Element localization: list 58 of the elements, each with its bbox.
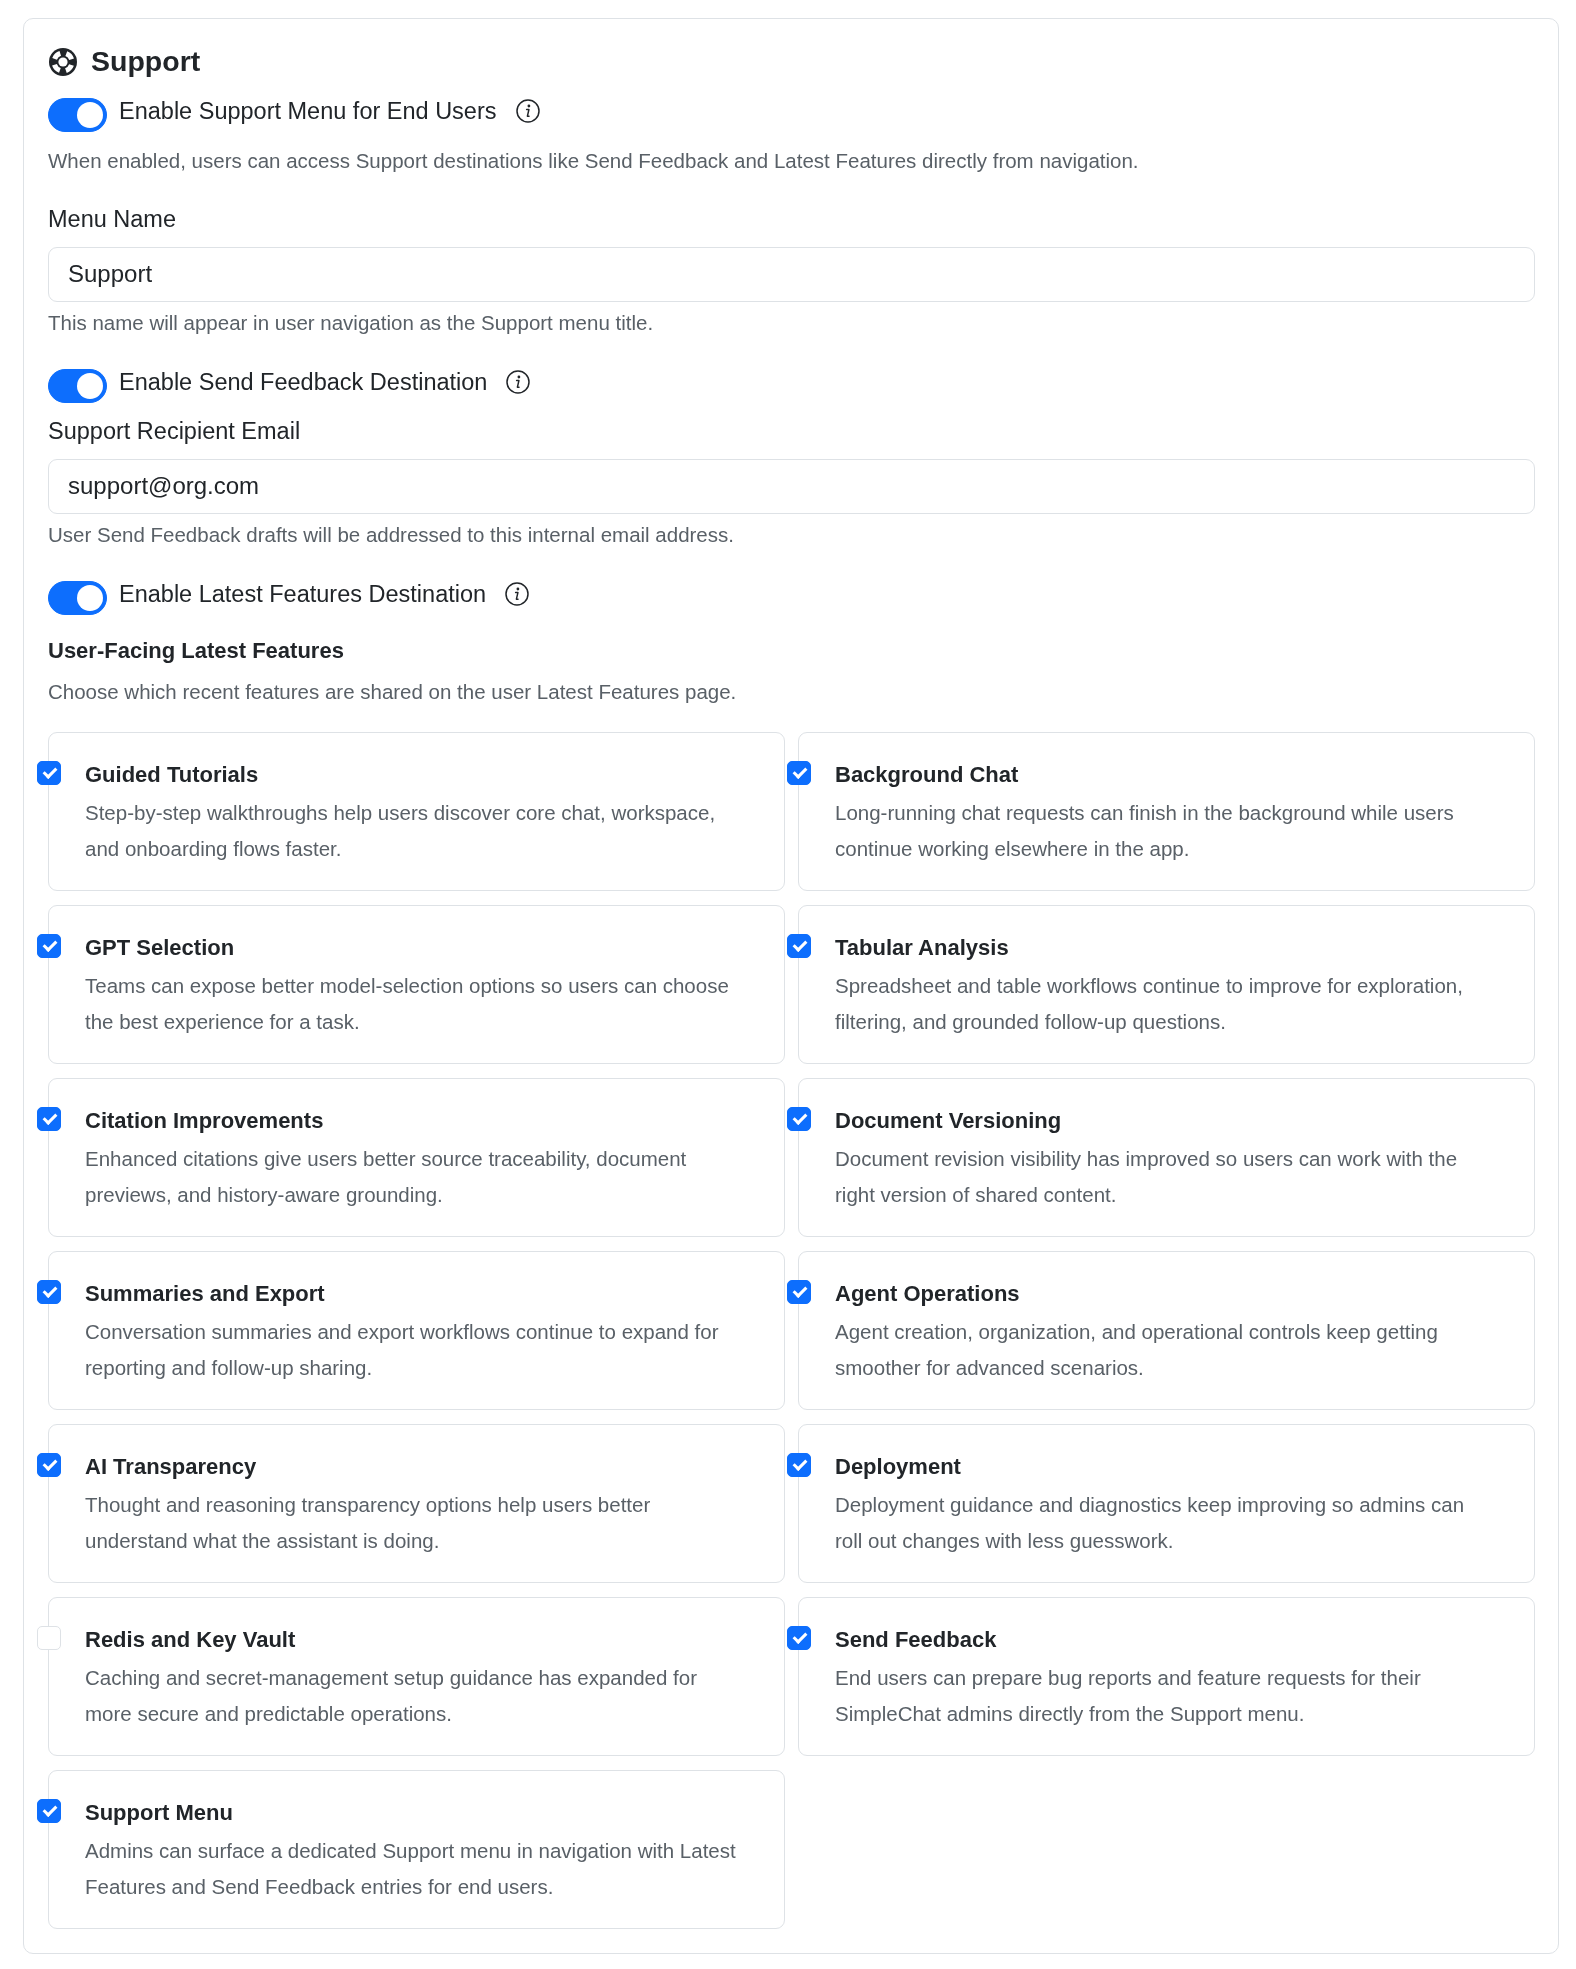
checkbox[interactable]: [37, 1798, 61, 1823]
toggle-label: Enable Send Feedback Destination: [119, 367, 488, 397]
feature-title: Tabular Analysis: [835, 933, 1010, 962]
info-icon[interactable]: [515, 98, 540, 123]
feature-title: Agent Operations: [835, 1279, 1021, 1308]
text-input[interactable]: Support: [48, 246, 1535, 302]
checkbox[interactable]: [37, 933, 61, 958]
checkbox[interactable]: [787, 1625, 811, 1650]
checkbox[interactable]: [37, 760, 61, 785]
feature-title: Document Versioning: [835, 1106, 1063, 1135]
feature-title: GPT Selection: [85, 933, 236, 962]
checkbox[interactable]: [787, 933, 811, 958]
checkbox[interactable]: [37, 1106, 61, 1131]
toggle-switch[interactable]: [48, 97, 107, 132]
feature-title: Citation Improvements: [85, 1106, 325, 1135]
feature-description: Deployment guidance and diagnostics keep improving so admins can roll out changes with less guesswork.: [835, 1491, 1466, 1554]
feature-description: Caching and secret-management setup guidance has expanded for more secure and predictable operations.: [85, 1664, 698, 1727]
feature-title: Guided Tutorials: [85, 760, 260, 789]
help-text: User Send Feedback drafts will be addressed to this internal email address.: [48, 521, 735, 548]
section-heading: User-Facing Latest Features: [48, 636, 345, 665]
help-text: When enabled, users can access Support destinations like Send Feedback and Latest Features directly from navigation.: [48, 148, 1140, 174]
feature-title: Support Menu: [85, 1798, 234, 1827]
field-label: Support Recipient Email: [48, 416, 302, 446]
checkbox[interactable]: [787, 1106, 811, 1131]
feature-description: Teams can expose better model-selection options so users can choose the best experience for a task.: [85, 972, 730, 1035]
feature-description: Thought and reasoning transparency options help users better understand what the assistant is doing.: [85, 1491, 652, 1554]
checkbox[interactable]: [37, 1279, 61, 1304]
checkbox[interactable]: [787, 1452, 811, 1477]
feature-description: Long-running chat requests can finish in the background while users continue working elsewhere in the app.: [835, 799, 1455, 862]
feature-description: Enhanced citations give users better source traceability, document previews, and history-aware grounding.: [85, 1145, 688, 1208]
toggle-label: Enable Latest Features Destination: [119, 579, 487, 609]
feature-title: AI Transparency: [85, 1452, 258, 1481]
help-text: This name will appear in user navigation as the Support menu title.: [48, 309, 655, 336]
feature-description: Admins can surface a dedicated Support menu in navigation with Latest Features and Send Feedback entries for end users.: [85, 1837, 737, 1900]
feature-title: Summaries and Export: [85, 1279, 326, 1308]
info-icon[interactable]: [505, 581, 530, 606]
toggle-switch[interactable]: [48, 368, 107, 403]
feature-description: Spreadsheet and table workflows continue to improve for exploration, filtering, and grounded follow-up questions.: [835, 972, 1464, 1035]
toggle-switch[interactable]: [48, 580, 107, 615]
checkbox[interactable]: [787, 760, 811, 785]
checkbox[interactable]: [787, 1279, 811, 1304]
checkbox[interactable]: [37, 1452, 61, 1477]
feature-description: Agent creation, organization, and operational controls keep getting smoother for advanced scenarios.: [835, 1318, 1439, 1381]
info-icon[interactable]: [506, 369, 531, 394]
text-input[interactable]: support@org.com: [48, 458, 1535, 514]
lifebuoy-icon: [48, 46, 78, 77]
feature-description: Document revision visibility has improved so users can work with the right version of shared content.: [835, 1145, 1459, 1208]
help-text: Choose which recent features are shared on the user Latest Features page.: [48, 678, 738, 705]
feature-description: End users can prepare bug reports and feature requests for their SimpleChat admins directly from the Support menu.: [835, 1664, 1422, 1727]
feature-title: Send Feedback: [835, 1625, 998, 1654]
panel-title: Support: [91, 44, 201, 79]
toggle-label: Enable Support Menu for End Users: [119, 96, 497, 126]
feature-title: Redis and Key Vault: [85, 1625, 297, 1654]
feature-title: Deployment: [835, 1452, 962, 1481]
feature-description: Step-by-step walkthroughs help users discover core chat, workspace, and onboarding flows faster.: [85, 799, 717, 862]
feature-title: Background Chat: [835, 760, 1020, 789]
feature-description: Conversation summaries and export workflows continue to expand for reporting and follow-up sharing.: [85, 1318, 720, 1381]
field-label: Menu Name: [48, 204, 177, 234]
